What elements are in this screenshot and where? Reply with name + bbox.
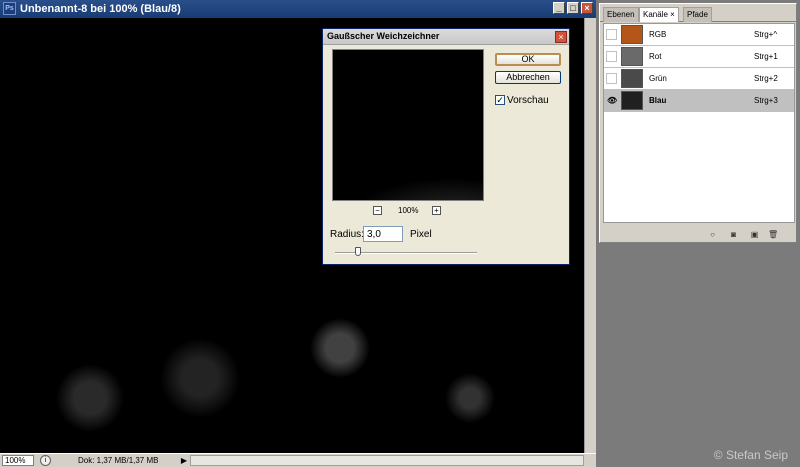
channel-shortcut: Strg+2 — [754, 74, 778, 83]
channel-name: Grün — [649, 74, 667, 83]
horizontal-scrollbar[interactable] — [190, 455, 584, 466]
status-bar: 100% i Dok: 1,37 MB/1,37 MB ▶ — [0, 453, 596, 467]
channel-name: Rot — [649, 52, 662, 61]
radius-slider-thumb[interactable] — [355, 247, 361, 256]
new-channel-icon[interactable]: ▣ — [750, 230, 759, 239]
channel-shortcut: Strg+3 — [754, 96, 778, 105]
document-size-info: Dok: 1,37 MB/1,37 MB — [78, 456, 159, 465]
load-selection-icon[interactable]: ○ — [708, 230, 717, 239]
channel-thumbnail — [621, 47, 643, 66]
zoom-level-field[interactable]: 100% — [2, 455, 34, 466]
radius-label: Radius: — [330, 229, 364, 240]
document-title: Unbenannt-8 bei 100% (Blau/8) — [20, 3, 181, 15]
tab-paths[interactable]: Pfade — [683, 7, 712, 22]
preview-window[interactable] — [332, 49, 484, 201]
maximize-icon[interactable]: □ — [567, 2, 579, 14]
delete-channel-icon[interactable]: 🗑 — [768, 230, 778, 239]
visibility-toggle[interactable] — [606, 51, 617, 62]
save-selection-icon[interactable]: ◙ — [729, 230, 738, 239]
ok-button[interactable]: OK — [495, 53, 561, 66]
zoom-in-button[interactable]: + — [432, 206, 441, 215]
visibility-toggle[interactable] — [606, 73, 617, 84]
preview-checkbox-label: Vorschau — [507, 95, 549, 106]
channel-thumbnail — [621, 91, 643, 110]
photoshop-icon: Ps — [3, 2, 16, 15]
panel-footer: ○ ◙ ▣ 🗑 — [600, 228, 796, 242]
channel-row-rgb[interactable]: RGB Strg+^ — [604, 24, 794, 46]
preview-zoom-label: 100% — [398, 206, 419, 215]
channel-thumbnail — [621, 25, 643, 44]
vertical-scrollbar[interactable] — [584, 18, 596, 453]
preview-checkbox[interactable]: ✓ — [495, 95, 505, 105]
radius-input[interactable] — [363, 226, 403, 242]
info-icon[interactable]: i — [40, 455, 51, 466]
cancel-button[interactable]: Abbrechen — [495, 71, 561, 84]
channels-panel: Ebenen Kanäle × Pfade RGB Strg+^ Rot Str… — [599, 3, 797, 243]
visibility-toggle[interactable] — [606, 29, 617, 40]
gaussian-blur-dialog: Gaußscher Weichzeichner × − 100% + OK Ab… — [322, 28, 570, 265]
close-icon[interactable]: × — [581, 2, 593, 14]
channel-row-blau[interactable]: 👁 Blau Strg+3 — [604, 90, 794, 112]
radius-unit-label: Pixel — [410, 229, 432, 240]
channel-name: Blau — [649, 96, 667, 105]
channel-row-gruen[interactable]: Grün Strg+2 — [604, 68, 794, 90]
panel-tabs: Ebenen Kanäle × Pfade — [600, 7, 796, 22]
tab-layers[interactable]: Ebenen — [603, 7, 639, 22]
zoom-out-button[interactable]: − — [373, 206, 382, 215]
eye-icon[interactable]: 👁 — [606, 95, 617, 106]
copyright-watermark: © Stefan Seip — [713, 448, 788, 462]
channel-row-rot[interactable]: Rot Strg+1 — [604, 46, 794, 68]
tab-channels[interactable]: Kanäle × — [639, 7, 679, 22]
channel-shortcut: Strg+1 — [754, 52, 778, 61]
dialog-title[interactable]: Gaußscher Weichzeichner — [323, 29, 569, 45]
channel-thumbnail — [621, 69, 643, 88]
document-titlebar[interactable]: Ps Unbenannt-8 bei 100% (Blau/8) _ □ × — [0, 0, 596, 18]
channel-name: RGB — [649, 30, 667, 39]
channel-shortcut: Strg+^ — [754, 30, 778, 39]
status-menu-arrow-icon[interactable]: ▶ — [179, 455, 189, 466]
dialog-close-icon[interactable]: × — [555, 31, 567, 43]
channel-list: RGB Strg+^ Rot Strg+1 Grün Strg+2 👁 Blau… — [603, 23, 795, 223]
minimize-icon[interactable]: _ — [553, 2, 565, 14]
